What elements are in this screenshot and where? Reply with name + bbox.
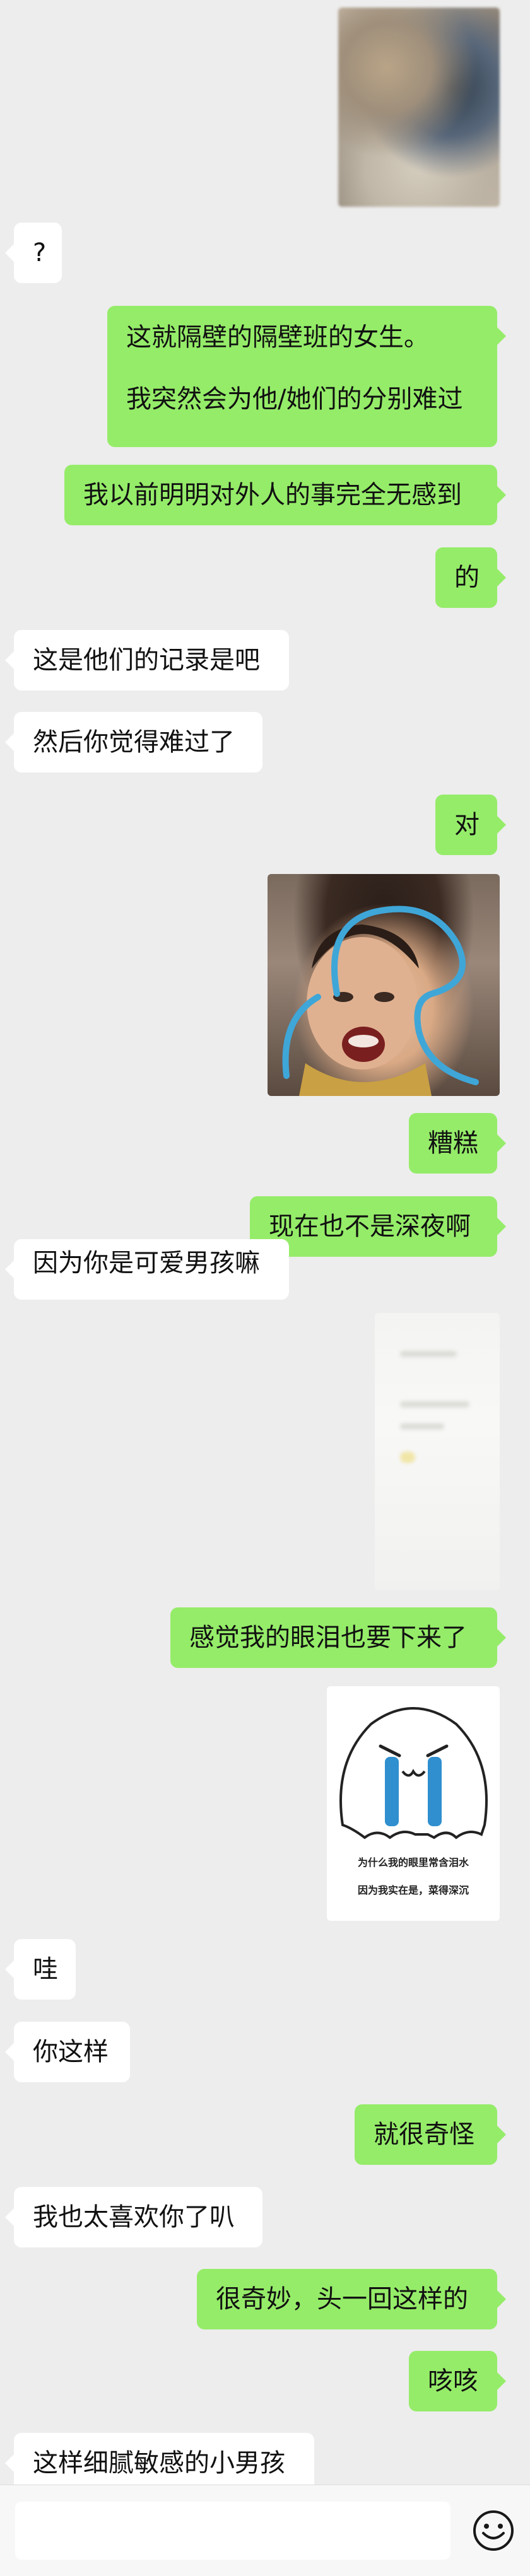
chat-history: ? 这就隔壁的隔壁班的女生。 我突然会为他/她们的分别难过 我以前明明对外人的事… [0,0,530,2493]
chat-bubble-received[interactable]: 我也太喜欢你了叭 [5,2187,262,2247]
chat-bubble-sent[interactable]: 就很奇怪 [355,2104,506,2165]
blurred-text-line [400,1423,444,1430]
message-text: 很奇妙，头一回这样的 [216,2285,468,2314]
message-text: 对 [454,810,480,839]
chat-bubble-sent[interactable]: 的 [435,547,506,608]
message-text: 感觉我的眼泪也要下来了 [189,1623,467,1652]
message-text: 的 [454,563,480,592]
message-text: 你这样 [33,2037,109,2066]
blurred-text-line [400,1401,469,1407]
blurred-text-line [400,1351,457,1357]
crying-ghost-meme-message[interactable]: 为什么我的眼里常含泪水 因为我实在是，菜得深沉 [327,1686,500,1921]
blurred-emoji [400,1452,415,1463]
chat-bubble-sent[interactable]: 咳咳 [409,2351,506,2411]
chat-bubble-received[interactable]: 哇 [5,1939,76,2000]
chat-bubble-sent[interactable]: 很奇妙，头一回这样的 [197,2269,506,2329]
chat-bubble-received[interactable]: 然后你觉得难过了 [5,712,262,772]
message-text: 咳咳 [428,2367,478,2396]
message-text: 这样细腻敏感的小男孩 [33,2449,285,2478]
chat-bubble-sent[interactable]: 这就隔壁的隔壁班的女生。 我突然会为他/她们的分别难过 [107,306,506,447]
message-text: 哇 [33,1955,58,1984]
message-text: 我突然会为他/她们的分别难过 [126,385,463,414]
message-input[interactable] [15,2502,450,2560]
chat-bubble-sent[interactable]: 糟糕 [409,1113,506,1174]
message-text: 这就隔壁的隔壁班的女生。 [126,323,429,352]
message-text: 这是他们的记录是吧 [33,646,260,675]
chat-bubble-sent[interactable]: 对 [435,795,506,855]
emoji-button[interactable] [472,2509,515,2552]
crying-boy-meme-message[interactable] [268,874,500,1096]
message-text: 糟糕 [428,1129,478,1158]
chat-bubble-sent[interactable]: 我以前明明对外人的事完全无感到 [64,465,506,525]
message-text: 因为你是可爱男孩嘛 [33,1249,260,1278]
blurred-photo-message[interactable] [338,8,500,207]
message-text: ? [33,238,47,267]
smiley-face-icon [473,2510,514,2551]
message-text: 然后你觉得难过了 [33,728,235,757]
message-text: 我以前明明对外人的事完全无感到 [83,481,462,510]
meme-caption-line-1: 为什么我的眼里常含泪水 [357,1856,469,1868]
message-input-bar [0,2485,530,2576]
chat-bubble-received[interactable]: ? [5,223,62,283]
message-text: 现在也不是深夜啊 [269,1212,471,1241]
message-text: 就很奇怪 [374,2120,474,2149]
message-text: 我也太喜欢你了叭 [33,2203,235,2232]
meme-caption-line-2: 因为我实在是，菜得深沉 [357,1884,469,1896]
chat-bubble-received[interactable]: 因为你是可爱男孩嘛 [5,1239,289,1300]
chat-bubble-received[interactable]: 你这样 [5,2022,130,2082]
blurred-screenshot-message[interactable] [375,1313,500,1590]
crying-boy-meme-icon [282,906,479,1096]
chat-bubble-sent[interactable]: 感觉我的眼泪也要下来了 [170,1607,506,1668]
chat-bubble-received[interactable]: 这是他们的记录是吧 [5,630,289,691]
